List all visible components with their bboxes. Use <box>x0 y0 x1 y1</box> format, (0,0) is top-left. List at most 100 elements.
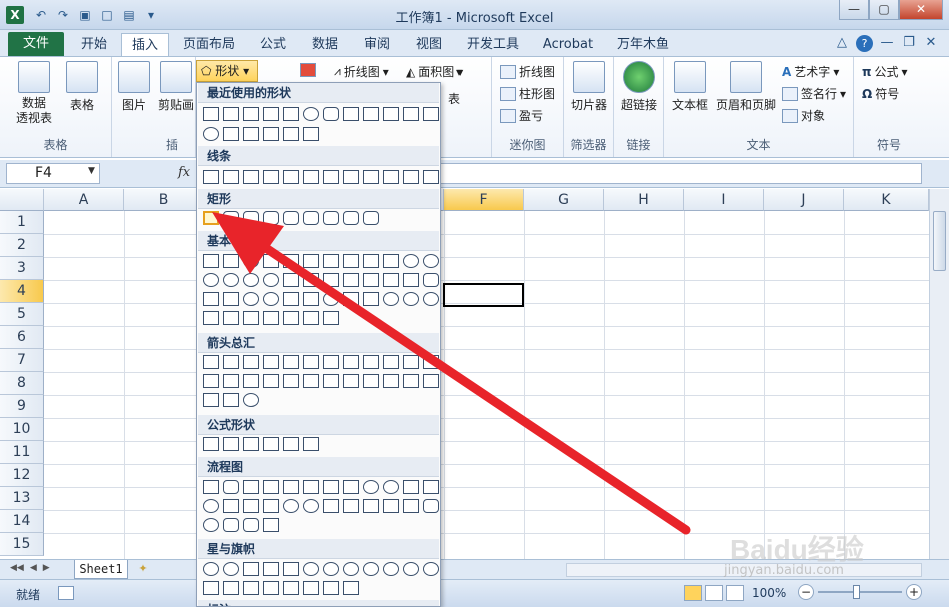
column-header[interactable]: H <box>604 189 684 211</box>
name-box[interactable]: F4 <box>6 163 100 184</box>
moon-icon[interactable] <box>403 292 419 306</box>
cross-icon[interactable] <box>383 273 399 287</box>
equation-button[interactable]: π 公式 ▾ <box>862 63 908 80</box>
bent-arrow-icon[interactable] <box>363 355 379 369</box>
striped-right-arrow-icon[interactable] <box>283 374 299 388</box>
zoom-slider-track[interactable] <box>818 591 902 593</box>
flowchart-extract-icon[interactable] <box>363 499 379 513</box>
rounded-rectangle-icon[interactable] <box>223 211 239 225</box>
right-brace-shape-icon[interactable] <box>303 127 319 141</box>
octagon-icon[interactable] <box>423 254 439 268</box>
ribbon-collapse-icon[interactable]: △ <box>834 35 850 52</box>
curved-left-arrow-icon[interactable] <box>223 374 239 388</box>
left-right-arrow-callout-icon[interactable] <box>203 393 219 407</box>
row-header-selected[interactable]: 4 <box>0 280 44 303</box>
flowchart-document-icon[interactable] <box>323 480 339 494</box>
frame-icon[interactable] <box>303 273 319 287</box>
star-12-icon[interactable] <box>363 562 379 576</box>
pivot-table-button[interactable]: 数据 透视表 <box>10 61 58 126</box>
normal-view-icon[interactable] <box>684 585 702 601</box>
explosion-1-icon[interactable] <box>203 562 219 576</box>
left-brace-shape-icon[interactable] <box>283 127 299 141</box>
notched-right-arrow-icon[interactable] <box>303 374 319 388</box>
not-equal-icon[interactable] <box>303 437 319 451</box>
curved-double-arrow-icon[interactable] <box>363 170 379 184</box>
tab-page-layout[interactable]: 页面布局 <box>176 33 242 56</box>
snip-round-rectangle-icon[interactable] <box>303 211 319 225</box>
next-sheet-icon[interactable]: ▶ <box>43 563 50 573</box>
quad-arrow-callout-icon[interactable] <box>223 393 239 407</box>
arc-shape-icon[interactable] <box>243 127 259 141</box>
object-button[interactable]: 对象 <box>782 107 825 124</box>
flowchart-magnetic-disk-icon[interactable] <box>223 518 239 532</box>
row-header[interactable]: 5 <box>0 303 44 326</box>
macro-record-icon[interactable] <box>58 586 74 600</box>
donut-icon[interactable] <box>243 292 259 306</box>
pentagon-arrow-icon[interactable] <box>323 374 339 388</box>
star-8-icon[interactable] <box>323 562 339 576</box>
row-header[interactable]: 8 <box>0 372 44 395</box>
block-up-arrow-icon[interactable] <box>243 355 259 369</box>
flowchart-process-icon[interactable] <box>203 480 219 494</box>
oval-shape-icon[interactable] <box>303 107 319 121</box>
right-arrow-callout-icon[interactable] <box>363 374 379 388</box>
sheet-tab-sheet1[interactable]: Sheet1 <box>74 560 128 579</box>
circular-arrow-icon[interactable] <box>243 393 259 407</box>
star-16-icon[interactable] <box>383 562 399 576</box>
curved-up-ribbon-icon[interactable] <box>243 581 259 595</box>
doc-minimize-icon[interactable]: — <box>879 35 895 52</box>
parallelogram-icon[interactable] <box>303 254 319 268</box>
table-button[interactable]: 表格 <box>62 61 102 113</box>
right-bracket-icon[interactable] <box>283 311 299 325</box>
zoom-out-icon[interactable]: − <box>798 584 814 600</box>
up-down-arrow-icon[interactable] <box>303 355 319 369</box>
column-header[interactable]: A <box>44 189 124 211</box>
row-header[interactable]: 15 <box>0 533 44 556</box>
heptagon-icon[interactable] <box>403 254 419 268</box>
vertical-scroll-icon[interactable] <box>283 581 299 595</box>
flowchart-predefined-process-icon[interactable] <box>283 480 299 494</box>
flowchart-collate-icon[interactable] <box>323 499 339 513</box>
bevel-icon[interactable] <box>223 292 239 306</box>
down-arrow-callout-icon[interactable] <box>383 374 399 388</box>
flowchart-offpage-connector-icon[interactable] <box>223 499 239 513</box>
vertical-scrollbar[interactable] <box>929 189 949 559</box>
flowchart-preparation-icon[interactable] <box>383 480 399 494</box>
left-bracket-icon[interactable] <box>263 311 279 325</box>
insert-sheet-icon[interactable]: ✦ <box>132 562 154 578</box>
basic-vtextbox-icon[interactable] <box>223 254 239 268</box>
diamond-icon[interactable] <box>343 254 359 268</box>
flowchart-multidocument-icon[interactable] <box>343 480 359 494</box>
rectangle-icon[interactable] <box>203 211 219 225</box>
left-right-up-arrow-icon[interactable] <box>343 355 359 369</box>
column-header[interactable]: K <box>844 189 929 211</box>
vertical-scroll-thumb[interactable] <box>933 211 946 271</box>
flowchart-data-icon[interactable] <box>263 480 279 494</box>
teardrop-icon[interactable] <box>283 273 299 287</box>
tab-home[interactable]: 开始 <box>70 33 118 56</box>
slicer-button[interactable]: 切片器 <box>568 61 610 113</box>
double-bracket-icon[interactable] <box>223 311 239 325</box>
rounded-rectangle-shape-icon[interactable] <box>323 107 339 121</box>
sun-icon[interactable] <box>383 292 399 306</box>
row-header[interactable]: 6 <box>0 326 44 349</box>
block-left-arrow-icon[interactable] <box>223 355 239 369</box>
tab-insert[interactable]: 插入 <box>121 33 169 56</box>
arc-icon[interactable] <box>203 311 219 325</box>
flowchart-or-icon[interactable] <box>303 499 319 513</box>
right-arrow-shape-icon[interactable] <box>403 107 419 121</box>
double-brace-icon[interactable] <box>243 311 259 325</box>
freeform-icon[interactable] <box>403 170 419 184</box>
flowchart-display-icon[interactable] <box>263 518 279 532</box>
chord-icon[interactable] <box>263 273 279 287</box>
sparkline-line-button[interactable]: 折线图 <box>500 63 555 80</box>
left-up-arrow-icon[interactable] <box>403 355 419 369</box>
snip-diagonal-rectangle-icon[interactable] <box>283 211 299 225</box>
explosion-2-icon[interactable] <box>223 562 239 576</box>
flowchart-alternate-process-icon[interactable] <box>223 480 239 494</box>
first-sheet-icon[interactable]: ◀◀ <box>10 563 24 573</box>
pentagon-icon[interactable] <box>363 254 379 268</box>
line-icon[interactable] <box>203 170 219 184</box>
snip-single-corner-rectangle-icon[interactable] <box>243 211 259 225</box>
column-header[interactable]: I <box>684 189 764 211</box>
